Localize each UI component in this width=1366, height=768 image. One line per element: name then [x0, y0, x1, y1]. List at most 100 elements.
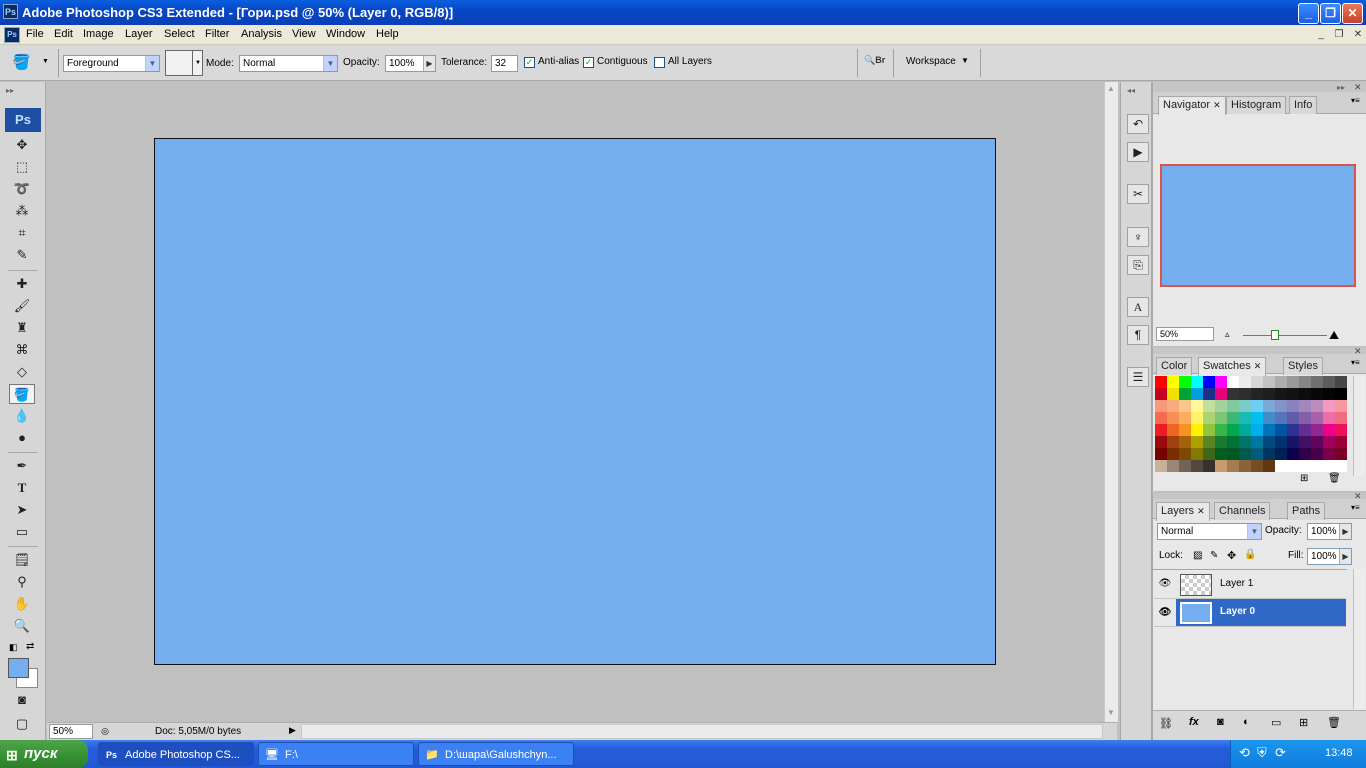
collapse-icon[interactable]: ▸▸ — [1337, 83, 1345, 92]
chevron-right-icon[interactable]: ▶ — [1339, 524, 1351, 539]
swatch[interactable] — [1203, 388, 1215, 400]
layer-row-layer-0[interactable]: 👁 Layer 0 — [1154, 599, 1346, 627]
swatch[interactable] — [1179, 400, 1191, 412]
doc-restore-button[interactable]: ❐ — [1332, 29, 1346, 41]
actions-panel-icon[interactable]: ▶ — [1127, 142, 1149, 162]
close-button[interactable]: ✕ — [1342, 3, 1363, 24]
zoom-out-icon[interactable]: ▵ — [1225, 329, 1230, 340]
swatch[interactable] — [1155, 412, 1167, 424]
visibility-eye-icon[interactable]: 👁 — [1158, 578, 1172, 590]
swatch[interactable] — [1299, 448, 1311, 460]
move-tool-icon[interactable]: ✥ — [9, 135, 35, 155]
swatch[interactable] — [1155, 424, 1167, 436]
swatch[interactable] — [1299, 460, 1311, 472]
document-icon[interactable]: Ps — [4, 27, 20, 43]
swatch[interactable] — [1179, 412, 1191, 424]
swatch[interactable] — [1155, 400, 1167, 412]
swatch[interactable] — [1155, 436, 1167, 448]
chevron-right-icon[interactable]: ▶ — [1339, 549, 1351, 564]
start-button[interactable]: ⊞ пуск — [0, 740, 88, 768]
layer-mask-icon[interactable]: ◙ — [1217, 716, 1224, 728]
swatch[interactable] — [1179, 424, 1191, 436]
swatch[interactable] — [1251, 436, 1263, 448]
panel-menu-icon[interactable]: ▾≡ — [1351, 96, 1360, 105]
tab-channels[interactable]: Channels — [1214, 502, 1271, 520]
type-tool-icon[interactable]: T — [9, 478, 35, 498]
swatch[interactable] — [1275, 460, 1287, 472]
swatch[interactable] — [1275, 376, 1287, 388]
scroll-up-icon[interactable]: ▲ — [1107, 84, 1115, 93]
panel-menu-icon[interactable]: ▾≡ — [1351, 358, 1360, 367]
swatch[interactable] — [1335, 400, 1347, 412]
menu-window[interactable]: Window — [326, 28, 365, 40]
vertical-scrollbar[interactable]: ▲ ▼ — [1104, 82, 1118, 722]
default-colors-icon[interactable]: ◧ — [9, 642, 18, 653]
clone-source-panel-icon[interactable]: ⎘ — [1127, 255, 1149, 275]
doc-close-button[interactable]: ✕ — [1351, 29, 1365, 41]
character-panel-icon[interactable]: A — [1127, 297, 1149, 317]
tab-close-icon[interactable]: ✕ — [1254, 361, 1262, 371]
swatch[interactable] — [1275, 388, 1287, 400]
shape-tool-icon[interactable]: ▭ — [9, 522, 35, 542]
swatch[interactable] — [1203, 376, 1215, 388]
swatch[interactable] — [1155, 460, 1167, 472]
swatch[interactable] — [1167, 448, 1179, 460]
hand-tool-icon[interactable]: ✋ — [9, 594, 35, 614]
swatch[interactable] — [1167, 388, 1179, 400]
new-layer-icon[interactable]: ⊞ — [1299, 716, 1308, 729]
swatch[interactable] — [1299, 436, 1311, 448]
all-layers-checkbox[interactable] — [654, 57, 665, 68]
screen-mode-icon[interactable]: ▢ — [9, 714, 35, 734]
swatch[interactable] — [1299, 424, 1311, 436]
swatch[interactable] — [1239, 436, 1251, 448]
swatch[interactable] — [1215, 388, 1227, 400]
swatch[interactable] — [1311, 424, 1323, 436]
swatch[interactable] — [1263, 436, 1275, 448]
swatch[interactable] — [1287, 376, 1299, 388]
workspace-chevron-down-icon[interactable]: ▼ — [961, 56, 969, 65]
swatch[interactable] — [1239, 448, 1251, 460]
menu-analysis[interactable]: Analysis — [241, 28, 282, 40]
menu-help[interactable]: Help — [376, 28, 399, 40]
swatch[interactable] — [1191, 412, 1203, 424]
swatch[interactable] — [1179, 448, 1191, 460]
swatch[interactable] — [1311, 400, 1323, 412]
swatch[interactable] — [1203, 460, 1215, 472]
scroll-down-icon[interactable]: ▼ — [1107, 708, 1115, 717]
swatch[interactable] — [1335, 424, 1347, 436]
swatch[interactable] — [1215, 436, 1227, 448]
zoom-in-icon[interactable]: ⛰ — [1329, 328, 1339, 343]
swatch[interactable] — [1227, 400, 1239, 412]
history-brush-tool-icon[interactable]: ⌘ — [9, 340, 35, 360]
swatch[interactable] — [1275, 400, 1287, 412]
tab-paths[interactable]: Paths — [1287, 502, 1326, 520]
preset-chevron-down-icon[interactable]: ▼ — [42, 58, 49, 65]
dodge-tool-icon[interactable]: ● — [9, 428, 35, 448]
network-icon[interactable]: ⟲ — [1239, 745, 1250, 761]
marquee-tool-icon[interactable]: ⬚ — [9, 157, 35, 177]
swatch[interactable] — [1263, 460, 1275, 472]
link-layers-icon[interactable]: ⛓ — [1159, 717, 1173, 730]
swatch-grid[interactable] — [1155, 376, 1347, 472]
swatch[interactable] — [1179, 460, 1191, 472]
delete-swatch-icon[interactable]: 🗑 — [1328, 473, 1341, 484]
swatch[interactable] — [1215, 376, 1227, 388]
slice-tool-icon[interactable]: ✎ — [9, 245, 35, 265]
swatch[interactable] — [1179, 388, 1191, 400]
navigator-zoom-field[interactable]: 50% — [1156, 327, 1214, 341]
swatch[interactable] — [1215, 448, 1227, 460]
tab-color[interactable]: Color — [1156, 357, 1193, 375]
swatch[interactable] — [1311, 388, 1323, 400]
swatch[interactable] — [1191, 448, 1203, 460]
swatch[interactable] — [1299, 376, 1311, 388]
pattern-picker[interactable]: ▼ — [165, 50, 203, 76]
brush-tool-icon[interactable]: 🖌 — [9, 296, 35, 316]
notes-tool-icon[interactable]: 🗒 — [9, 550, 35, 570]
swatches-scrollbar[interactable] — [1353, 376, 1365, 476]
swatch[interactable] — [1167, 376, 1179, 388]
swatch[interactable] — [1251, 388, 1263, 400]
swatch[interactable] — [1323, 400, 1335, 412]
zoom-tool-icon[interactable]: 🔍 — [9, 616, 35, 636]
eyedropper-tool-icon[interactable]: ⚲ — [9, 572, 35, 592]
blend-mode-select[interactable]: Normal ▼ — [1157, 523, 1262, 540]
